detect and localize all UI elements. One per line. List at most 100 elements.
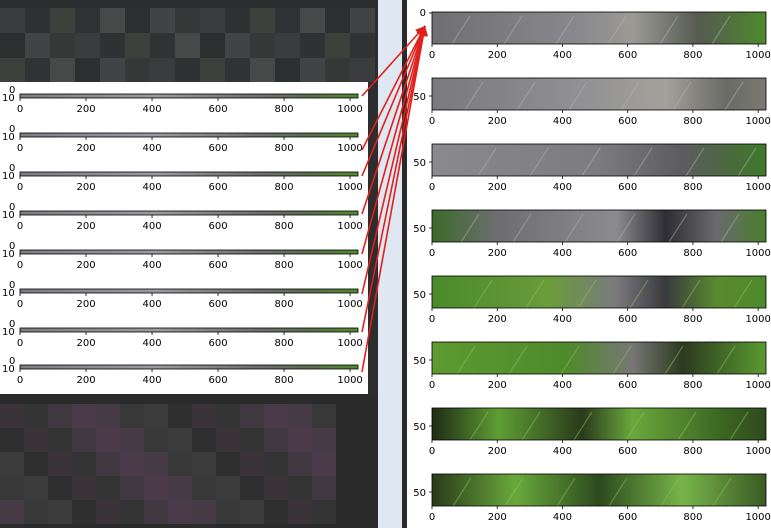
pixel-block: [168, 476, 192, 500]
side-strip: [378, 0, 402, 528]
pixel-block: [325, 58, 350, 82]
left-image-strip: [19, 327, 359, 333]
right-x-tick-label: 0: [429, 50, 435, 61]
pixel-block: [72, 428, 96, 452]
left-x-tick-label: 800: [275, 299, 294, 310]
pixel-block: [24, 428, 48, 452]
left-x-tick-label: 400: [142, 260, 161, 271]
pixel-block: [175, 8, 200, 33]
right-x-tick-label: 0: [429, 380, 435, 391]
pixel-block: [300, 8, 325, 33]
right-subplot: 50 0 200 400 600 800 1000: [413, 143, 771, 193]
right-subplot: 50 0 200 400 600 800 1000: [413, 341, 771, 391]
right-y-tick-50: 50: [413, 290, 426, 301]
left-x-tick-label: 200: [76, 338, 95, 349]
left-subplot: 0100 200 400 600 800 1000: [2, 85, 363, 115]
pixel-block: [288, 452, 312, 476]
pixel-block: [250, 33, 275, 58]
pixel-block: [48, 500, 72, 524]
pixel-block: [48, 404, 72, 428]
left-x-tick-label: 800: [275, 143, 294, 154]
right-x-tick-label: 0: [429, 314, 435, 325]
right-x-tick-label: 200: [488, 512, 507, 523]
pixel-block: [50, 33, 75, 58]
pixel-block: [216, 476, 240, 500]
pixel-block: [25, 33, 50, 58]
right-x-tick-label: 800: [683, 314, 702, 325]
right-x-tick-label: 1000: [745, 248, 770, 259]
left-x-tick-label: 400: [142, 104, 161, 115]
pixel-block: [168, 428, 192, 452]
left-image-strip: [19, 93, 359, 99]
right-x-tick-label: 200: [488, 182, 507, 193]
left-image-strip: [19, 210, 359, 216]
right-subplot: 50 0 200 400 600 800 1000: [413, 275, 771, 325]
pixel-block: [0, 476, 24, 500]
left-x-tick-label: 0: [17, 182, 23, 193]
pixel-block: [120, 452, 144, 476]
pixel-block: [24, 500, 48, 524]
right-x-tick-label: 800: [683, 50, 702, 61]
pixel-block: [192, 476, 216, 500]
left-x-tick-label: 0: [17, 299, 23, 310]
pixel-block: [144, 404, 168, 428]
pixel-block: [144, 428, 168, 452]
right-x-tick-label: 1000: [745, 314, 770, 325]
pixel-block: [0, 428, 24, 452]
right-y-tick-50: 50: [413, 422, 426, 433]
left-x-tick-label: 400: [142, 221, 161, 232]
pixel-block: [72, 500, 96, 524]
right-subplot: 0 0 200 400 600 800 1000: [420, 8, 771, 61]
pixel-block: [96, 428, 120, 452]
left-x-tick-label: 1000: [337, 182, 362, 193]
pixel-block: [312, 428, 336, 452]
right-image-strip: [432, 342, 766, 374]
right-x-tick-label: 400: [553, 182, 572, 193]
left-x-tick-label: 400: [142, 375, 161, 386]
pixel-block: [325, 8, 350, 33]
pixel-block: [192, 500, 216, 524]
right-subplot: 50 0 200 400 600 800 1000: [413, 77, 771, 127]
left-x-tick-label: 800: [275, 260, 294, 271]
pixel-block: [72, 404, 96, 428]
right-x-tick-label: 200: [488, 380, 507, 391]
pixel-block: [75, 8, 100, 33]
right-x-tick-label: 400: [553, 512, 572, 523]
left-subplot: 0100 200 400 600 800 1000: [2, 202, 363, 232]
right-x-tick-label: 0: [429, 248, 435, 259]
pixel-block: [275, 33, 300, 58]
pixel-block: [48, 476, 72, 500]
pixel-block: [0, 58, 25, 82]
pixel-block: [120, 428, 144, 452]
right-x-tick-label: 600: [618, 446, 637, 457]
pixel-block: [144, 476, 168, 500]
pixel-block: [25, 8, 50, 33]
pixel-block: [216, 452, 240, 476]
left-x-tick-label: 200: [76, 104, 95, 115]
pixel-block: [216, 404, 240, 428]
right-x-tick-label: 1000: [745, 380, 770, 391]
pixel-block: [120, 500, 144, 524]
right-x-tick-label: 600: [618, 50, 637, 61]
right-subplot: 50 0 200 400 600 800 1000: [413, 473, 771, 523]
right-image-strip: [432, 210, 766, 242]
left-x-tick-label: 1000: [337, 338, 362, 349]
right-x-tick-label: 800: [683, 182, 702, 193]
pixel-block: [288, 404, 312, 428]
right-y-tick-50: 50: [413, 356, 426, 367]
right-x-tick-label: 800: [683, 446, 702, 457]
pixel-block: [288, 476, 312, 500]
left-x-tick-label: 0: [17, 338, 23, 349]
pixel-block: [250, 58, 275, 82]
right-y-tick-0: 0: [420, 8, 426, 19]
left-x-tick-label: 600: [209, 104, 228, 115]
right-x-tick-label: 400: [553, 314, 572, 325]
pixel-block: [75, 58, 100, 82]
left-x-tick-label: 200: [76, 299, 95, 310]
pixel-block: [100, 58, 125, 82]
pixel-block: [225, 33, 250, 58]
pixel-block: [216, 500, 240, 524]
left-x-tick-label: 200: [76, 221, 95, 232]
pixel-block: [264, 476, 288, 500]
right-x-tick-label: 1000: [745, 50, 770, 61]
